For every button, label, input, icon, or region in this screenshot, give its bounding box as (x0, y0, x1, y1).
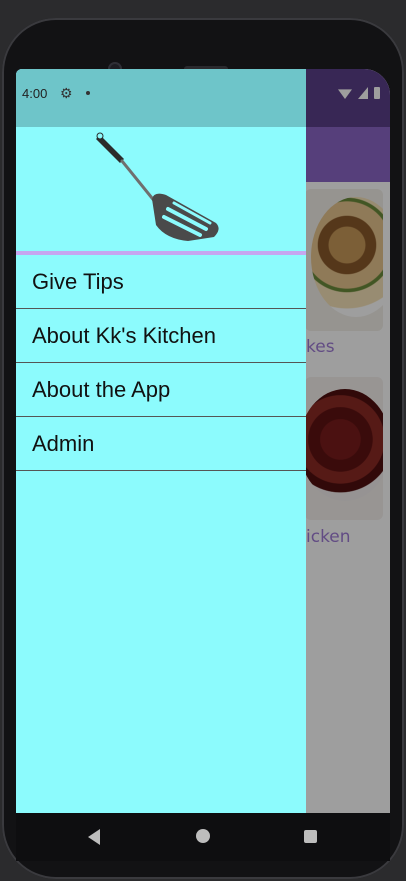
recents-icon[interactable] (304, 830, 317, 843)
menu-item-about-kitchen[interactable]: About Kk's Kitchen (16, 309, 306, 363)
system-navigation-bar (16, 813, 390, 861)
drawer-scrim[interactable] (306, 69, 390, 857)
home-icon[interactable] (196, 829, 210, 843)
menu-item-give-tips[interactable]: Give Tips (16, 255, 306, 309)
menu-item-about-app[interactable]: About the App (16, 363, 306, 417)
menu-item-label: Give Tips (32, 268, 124, 294)
navigation-drawer: 4:00 ⚙ Give Tips About Kk's Kitchen Abou… (16, 69, 306, 857)
status-bar: 4:00 ⚙ (16, 69, 306, 127)
notification-dot-icon (86, 91, 90, 95)
spatula-logo (96, 132, 219, 241)
menu-item-label: About the App (32, 376, 171, 402)
drawer-header (16, 127, 306, 251)
menu-item-admin[interactable]: Admin (16, 417, 306, 471)
back-icon[interactable] (88, 829, 100, 845)
menu-item-label: About Kk's Kitchen (32, 322, 216, 348)
menu-item-label: Admin (32, 430, 95, 456)
status-time: 4:00 (22, 86, 48, 101)
settings-gear-icon: ⚙ (60, 85, 73, 101)
drawer-menu: Give Tips About Kk's Kitchen About the A… (16, 255, 306, 471)
app-screen: kes icken 4:00 ⚙ Give Tips About Kk's Ki… (16, 69, 390, 857)
